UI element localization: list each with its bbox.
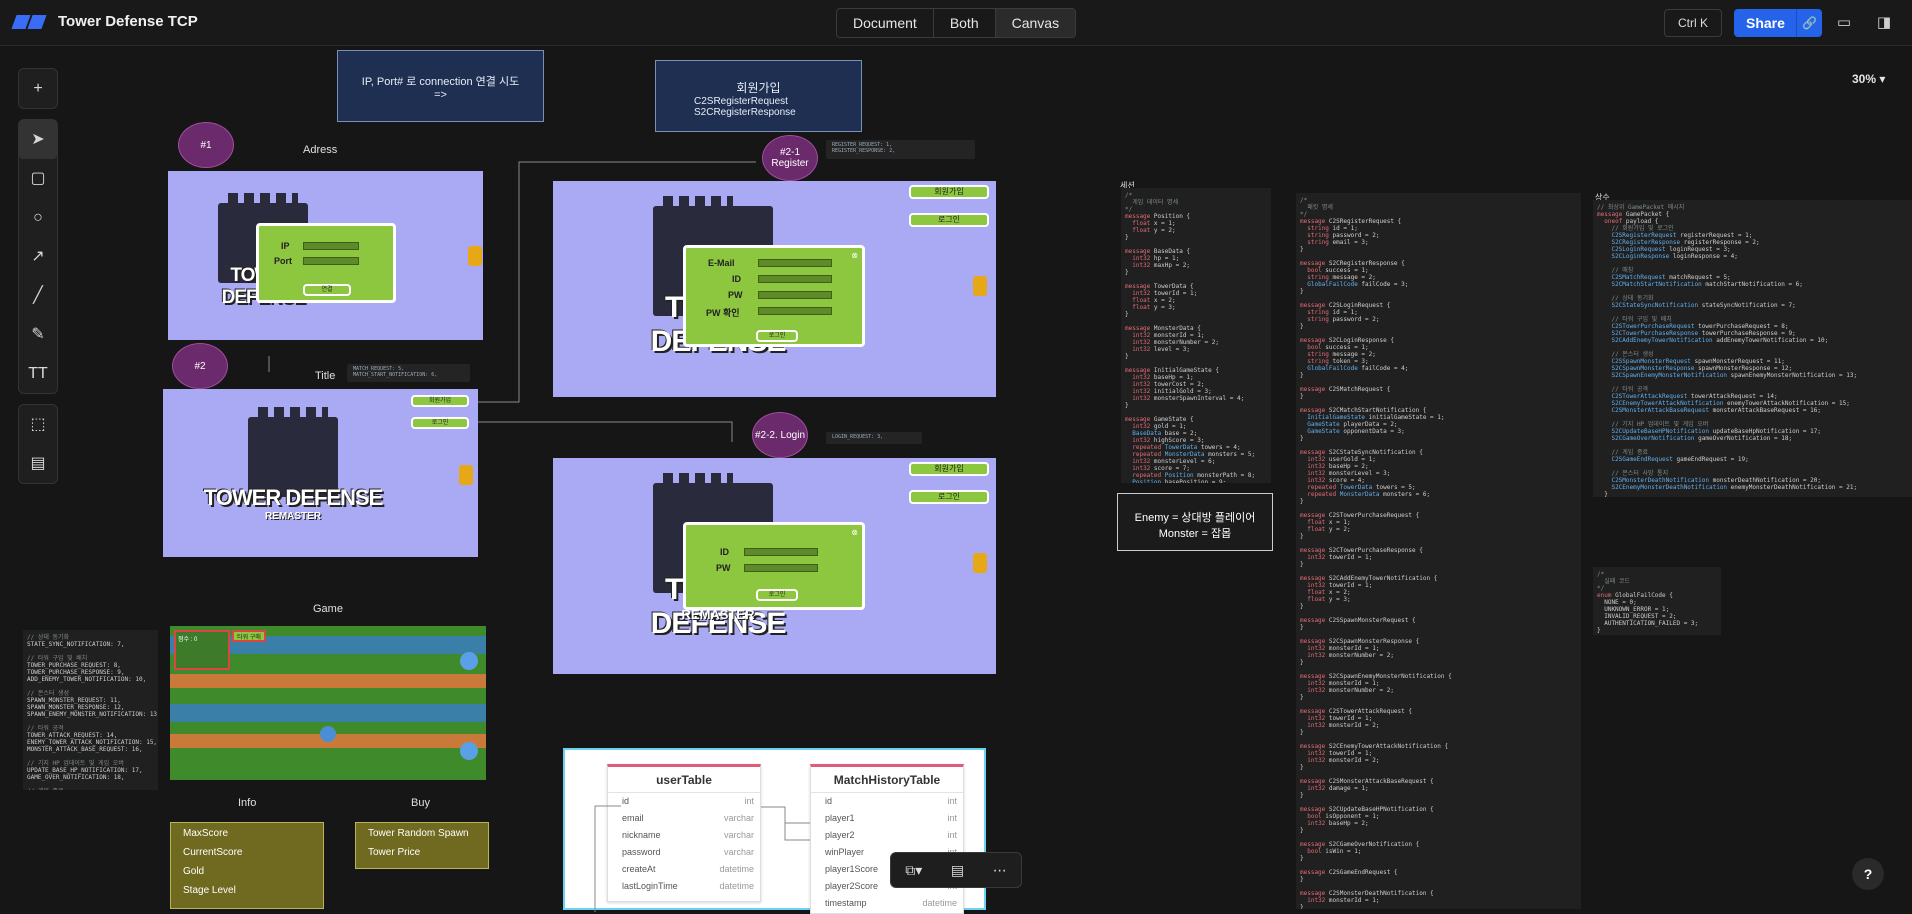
login-button[interactable]: 로그인 xyxy=(909,213,989,227)
river xyxy=(170,704,486,722)
pw-label: PW xyxy=(716,563,731,573)
fail-code-enum-code[interactable]: /* 실패 코드 */ enum GlobalFailCode { NONE =… xyxy=(1593,567,1721,635)
ip-input[interactable] xyxy=(303,242,359,250)
id-input[interactable] xyxy=(758,275,832,283)
selection-context-toolbar: ⧉▾ ▤ ⋯ xyxy=(890,852,1022,888)
login-panel: ID PW 로그인 ⊗ xyxy=(683,522,865,610)
tower-icon xyxy=(460,742,478,760)
status-badge xyxy=(468,246,482,266)
signup-button[interactable]: 회원가입 xyxy=(909,462,989,476)
info-item: Gold xyxy=(183,866,205,877)
register-submit-button[interactable]: 로그인 xyxy=(756,330,798,342)
close-icon[interactable]: ⊗ xyxy=(851,528,858,537)
game-screen-frame[interactable]: 점수 : 0 타워 구매 xyxy=(170,626,486,780)
port-label: Port xyxy=(274,256,292,266)
id-label: ID xyxy=(720,547,729,557)
status-badge xyxy=(973,553,987,573)
logo-title: TOWER DEFENSE xyxy=(203,485,384,510)
register-panel: E-Mail ID PW PW 확인 로그인 ⊗ xyxy=(683,245,865,347)
pw-input[interactable] xyxy=(744,564,818,572)
address-screen-frame[interactable]: TOWER DEFENSE IP Port 연결 xyxy=(168,171,483,340)
pw-confirm-label: PW 확인 xyxy=(706,308,740,318)
packet-proto-code[interactable]: /* 패킷 명세 */ message C2SRegisterRequest {… xyxy=(1296,193,1581,909)
arrange-icon[interactable]: ⧉▾ xyxy=(905,862,922,879)
enemy-monster-note[interactable]: Enemy = 상대방 플레이어 Monster = 잡몹 xyxy=(1117,493,1273,551)
login-submit-button[interactable]: 로그인 xyxy=(756,589,798,601)
email-input[interactable] xyxy=(758,259,832,267)
monster-icon xyxy=(320,726,336,742)
tower-icon xyxy=(460,652,478,670)
path-lane xyxy=(170,674,486,688)
info-item: Stage Level xyxy=(183,885,236,896)
buy-tower-button[interactable]: 타워 구매 xyxy=(232,630,266,642)
close-icon[interactable]: ⊗ xyxy=(851,251,858,260)
connection-panel: IP Port 연결 xyxy=(256,223,396,303)
status-badge xyxy=(459,465,473,485)
id-label: ID xyxy=(732,274,741,284)
login-screen-frame[interactable]: TOWER DEFENSE REMASTER ID PW 로그인 ⊗ 회원가입 … xyxy=(553,458,996,674)
more-icon[interactable]: ⋯ xyxy=(993,862,1007,879)
comment-icon[interactable]: ▤ xyxy=(951,862,964,879)
connect-button[interactable]: 연결 xyxy=(303,284,351,296)
info-item: CurrentScore xyxy=(183,847,243,858)
packet-type-code-block[interactable]: // 상태 동기화 STATE_SYNC_NOTIFICATION: 7, //… xyxy=(23,630,158,790)
buy-panel[interactable]: Tower Random Spawn Tower Price xyxy=(355,822,489,869)
buy-item: Tower Random Spawn xyxy=(368,828,469,839)
email-label: E-Mail xyxy=(708,258,735,268)
title-screen-frame[interactable]: TOWER DEFENSE REMASTER 회원가입 로그인 xyxy=(163,389,478,557)
register-screen-frame[interactable]: TOWER DEFENSE E-Mail ID PW PW 확인 로그인 ⊗ 회… xyxy=(553,181,996,397)
session-proto-code[interactable]: /* 게임 데이터 명세 */ message Position { float… xyxy=(1121,188,1271,483)
status-badge xyxy=(973,276,987,296)
id-input[interactable] xyxy=(744,548,818,556)
login-button[interactable]: 로그인 xyxy=(909,490,989,504)
info-item: MaxScore xyxy=(183,828,229,839)
buy-item: Tower Price xyxy=(368,847,421,858)
connector-login xyxy=(478,421,733,442)
info-panel[interactable]: MaxScore CurrentScore Gold Stage Level xyxy=(170,822,324,909)
login-button[interactable]: 로그인 xyxy=(411,417,469,429)
score-hud: 점수 : 0 xyxy=(174,630,230,670)
port-input[interactable] xyxy=(303,257,359,265)
pw-input[interactable] xyxy=(758,291,832,299)
pw-label: PW xyxy=(728,290,743,300)
signup-button[interactable]: 회원가입 xyxy=(411,395,469,407)
logo-subtitle: REMASTER xyxy=(264,511,322,522)
game-packet-proto-code[interactable]: // 최상위 GamePacket 메시지 message GamePacket… xyxy=(1593,200,1912,497)
game-logo: TOWER DEFENSE REMASTER xyxy=(193,407,393,537)
signup-button[interactable]: 회원가입 xyxy=(909,185,989,199)
pw-confirm-input[interactable] xyxy=(758,307,832,315)
ip-label: IP xyxy=(281,241,290,251)
help-button[interactable]: ? xyxy=(1852,858,1884,890)
